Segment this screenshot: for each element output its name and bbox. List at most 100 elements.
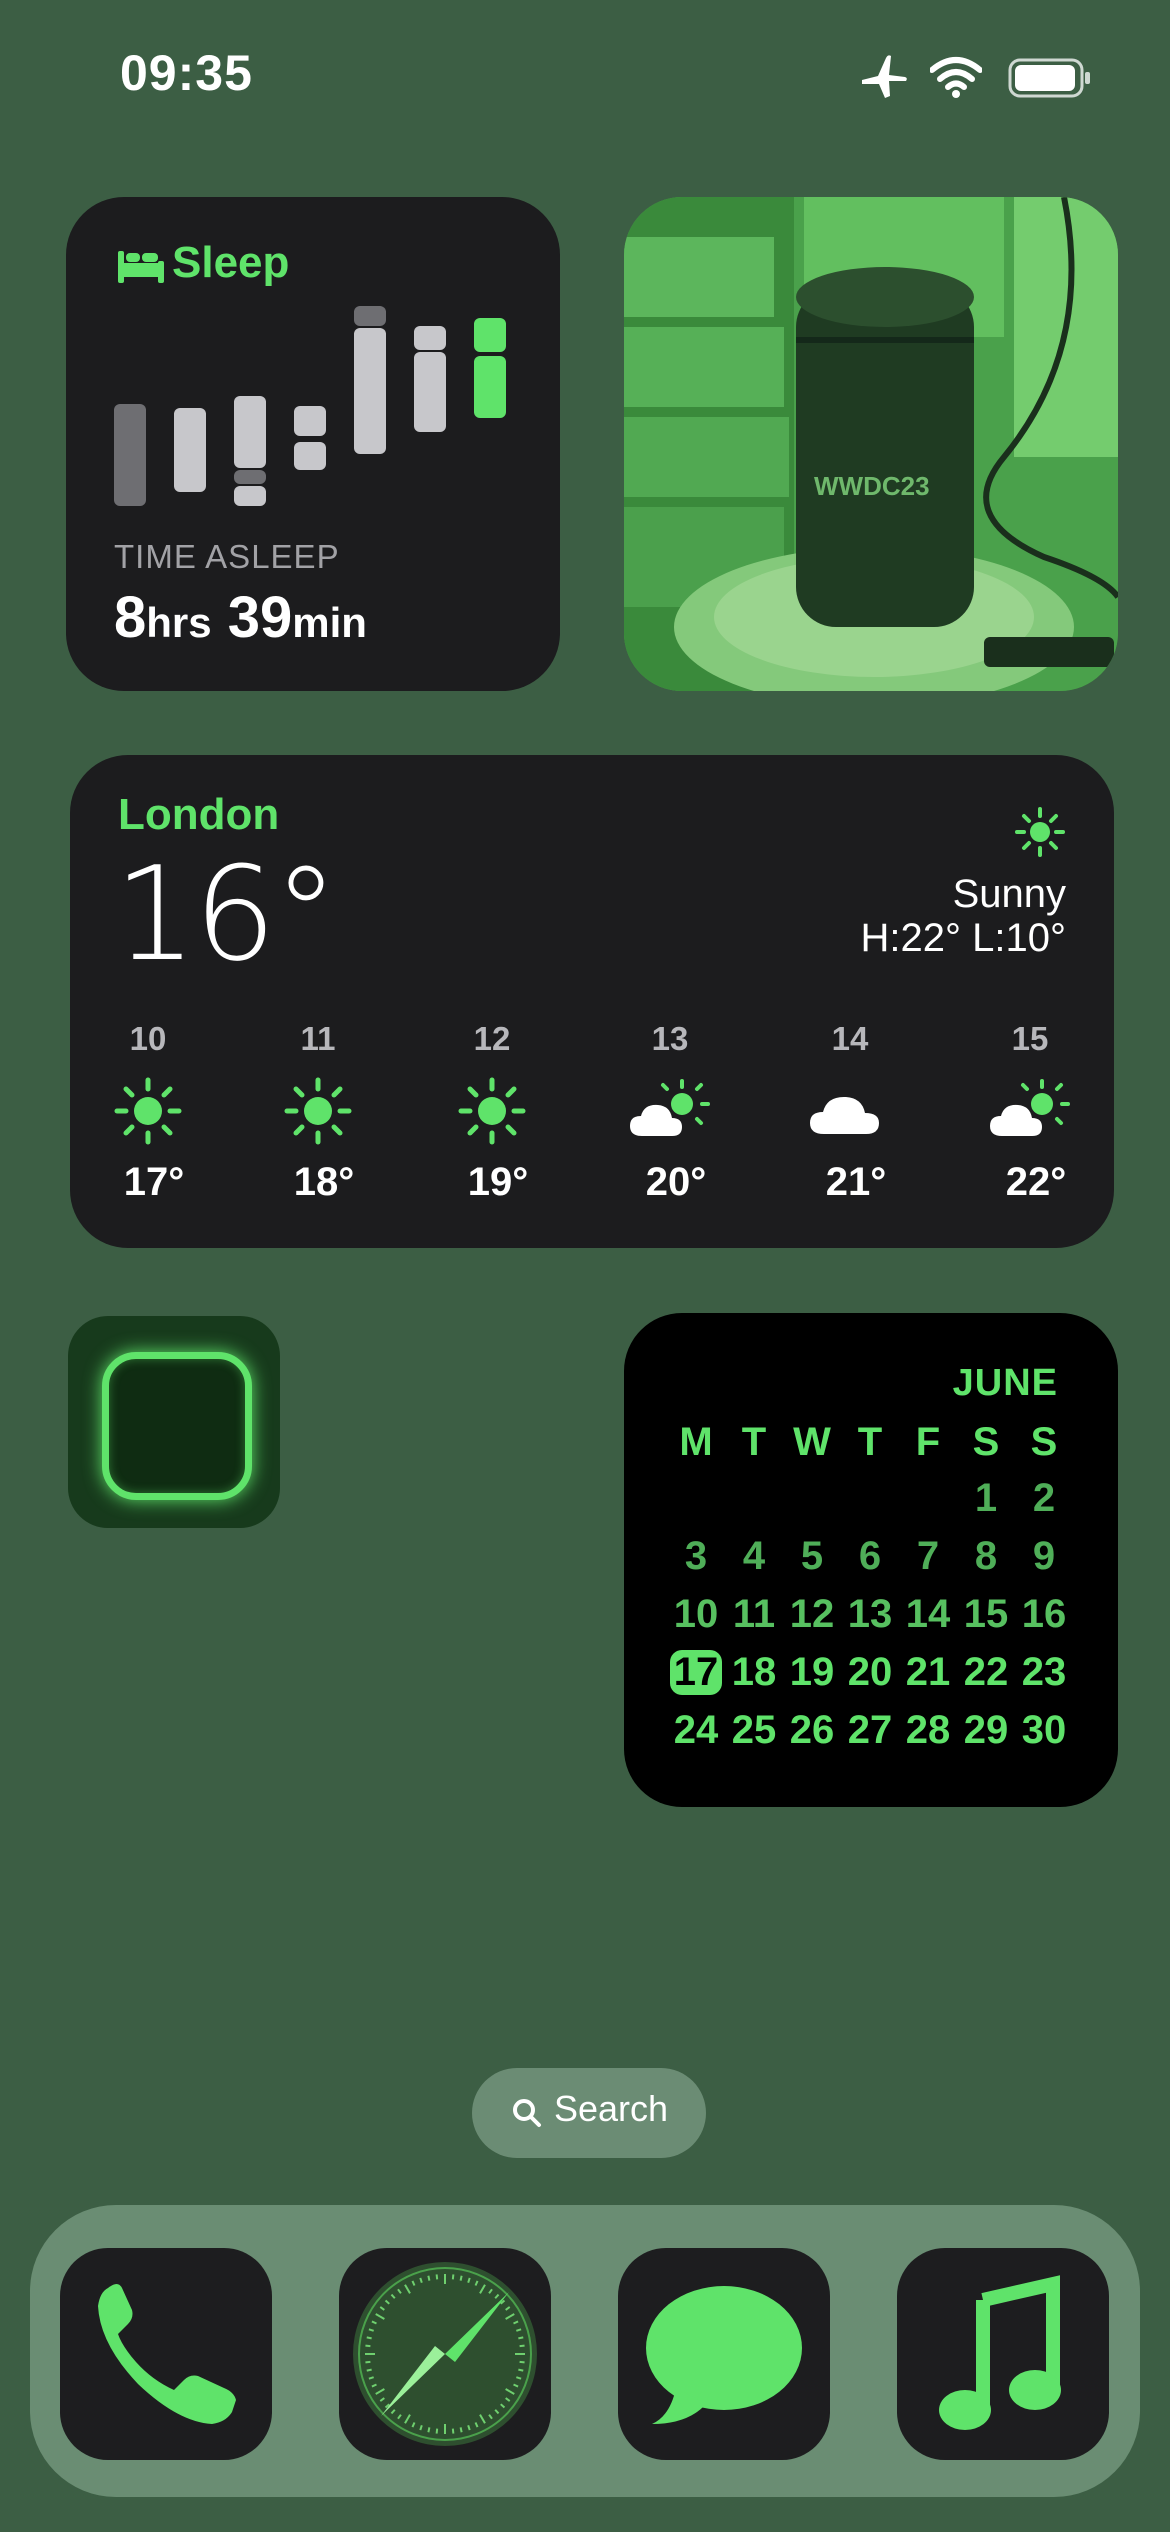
calendar-day: 21: [905, 1650, 951, 1694]
calendar-day: 5: [800, 1534, 824, 1578]
sun-icon: [458, 1077, 526, 1145]
photo-caption: WWDC23: [814, 471, 930, 501]
hourly-time: 12: [473, 1020, 511, 1057]
search-label: Search: [554, 2088, 669, 2129]
calendar-day: 1: [974, 1476, 998, 1520]
weather-city: London: [118, 790, 280, 839]
sleep-bar: [474, 356, 506, 418]
sleep-minutes-unit: min: [292, 599, 367, 646]
calendar-day: 3: [684, 1534, 708, 1578]
battery-icon: [1008, 58, 1090, 98]
partly-cloudy-icon: [630, 1079, 710, 1136]
hourly-temp: 22°: [1005, 1160, 1067, 1204]
calendar-day: 27: [847, 1708, 893, 1752]
hourly-time: 10: [129, 1020, 167, 1057]
calendar-day: 15: [963, 1592, 1009, 1636]
dock-app-phone[interactable]: [60, 2248, 272, 2460]
calendar-day: 29: [963, 1708, 1009, 1752]
calendar-day: 22: [963, 1650, 1009, 1694]
calendar-weekday: S: [972, 1420, 1000, 1464]
airplane-icon: [862, 55, 907, 98]
bed-icon: [118, 251, 164, 283]
sleep-bar: [414, 352, 446, 432]
calendar-day: 20: [847, 1650, 893, 1694]
calendar-day: 30: [1021, 1708, 1067, 1752]
calendar-day: 4: [742, 1534, 766, 1578]
wifi-icon: [930, 57, 982, 98]
sun-icon: [114, 1077, 182, 1145]
cloud-icon: [810, 1096, 879, 1134]
sleep-bar: [294, 442, 326, 470]
messages-icon: [646, 2286, 802, 2424]
calendar-day-today: 17: [670, 1650, 722, 1695]
hourly-temp: 18°: [293, 1160, 355, 1204]
hourly-time: 13: [651, 1020, 689, 1057]
calendar-weekday: F: [915, 1420, 941, 1464]
calendar-day: 10: [673, 1592, 719, 1636]
sleep-bar: [234, 470, 266, 484]
sleep-bar: [234, 396, 266, 468]
search-button[interactable]: Search: [472, 2068, 706, 2158]
hourly-time: 15: [1011, 1020, 1049, 1057]
sun-icon: [1015, 807, 1065, 857]
dock-app-safari[interactable]: [339, 2248, 551, 2460]
status-time: 09:35: [120, 45, 253, 101]
photo-widget[interactable]: WWDC23: [624, 197, 1118, 691]
calendar-weekday: T: [857, 1420, 883, 1464]
calendar-day: 23: [1021, 1650, 1067, 1694]
photo-image: [624, 197, 1118, 691]
hourly-temp: 17°: [123, 1160, 185, 1204]
sleep-bar: [234, 486, 266, 506]
calendar-day: 24: [673, 1708, 719, 1752]
sleep-bar: [354, 306, 386, 326]
calendar-day: 11: [732, 1592, 776, 1636]
sleep-label: TIME ASLEEP: [114, 538, 340, 575]
calendar-day: 7: [916, 1534, 940, 1578]
magnifier-icon: [513, 2099, 541, 2127]
sleep-minutes: 39: [227, 585, 293, 650]
calendar-day: 6: [858, 1534, 882, 1578]
hourly-temp: 21°: [825, 1160, 887, 1204]
app-icon[interactable]: [68, 1316, 280, 1528]
calendar-day: 13: [847, 1592, 893, 1636]
sleep-hours-unit: hrs: [146, 599, 212, 646]
sleep-duration: 8hrs 39min: [114, 584, 367, 651]
calendar-day: 9: [1032, 1534, 1056, 1578]
hourly-temp: 20°: [645, 1160, 707, 1204]
dock-app-messages[interactable]: [618, 2248, 830, 2460]
weather-condition: Sunny: [952, 872, 1066, 916]
calendar-day: 19: [789, 1650, 835, 1694]
music-icon: [939, 2275, 1061, 2430]
sun-icon: [284, 1077, 352, 1145]
sleep-bar: [114, 404, 146, 506]
partly-cloudy-icon: [990, 1079, 1070, 1136]
sleep-bar: [414, 326, 446, 350]
sleep-bar: [294, 406, 326, 436]
calendar-weekday: M: [679, 1420, 713, 1464]
sleep-bar: [474, 318, 506, 352]
weather-high-low: H:22° L:10°: [860, 916, 1066, 960]
calendar-day: 25: [731, 1708, 777, 1752]
sleep-title: Sleep: [172, 238, 290, 287]
phone-icon: [98, 2284, 236, 2424]
calendar-day: 2: [1032, 1476, 1056, 1520]
calendar-day: 28: [905, 1708, 951, 1752]
calendar-weekday: T: [741, 1420, 767, 1464]
calendar-day: 16: [1021, 1592, 1067, 1636]
hourly-time: 14: [831, 1020, 869, 1057]
hourly-temp: 19°: [467, 1160, 529, 1204]
safari-compass-icon: [353, 2262, 537, 2446]
sleep-hours: 8: [114, 585, 147, 650]
sleep-bar: [354, 328, 386, 454]
calendar-day: 12: [789, 1592, 835, 1636]
weather-temperature: 16°: [114, 838, 338, 990]
calendar-weekday: S: [1030, 1420, 1058, 1464]
hourly-time: 11: [300, 1020, 336, 1057]
calendar-day: 8: [974, 1534, 998, 1578]
calendar-weekday: W: [793, 1420, 831, 1464]
dock-app-music[interactable]: [897, 2248, 1109, 2460]
calendar-month: JUNE: [952, 1362, 1058, 1404]
calendar-day: 18: [731, 1650, 777, 1694]
calendar-day: 26: [789, 1708, 835, 1752]
calendar-day: 14: [905, 1592, 951, 1636]
